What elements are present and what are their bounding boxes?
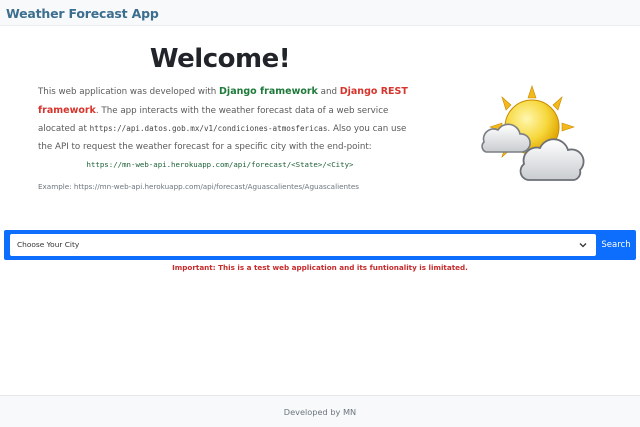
search-button[interactable]: Search [596, 234, 636, 256]
city-select-value: Choose Your City [17, 240, 80, 249]
sun-behind-clouds-icon [481, 85, 585, 181]
footer-text: Developed by MN [283, 407, 357, 417]
navbar-brand[interactable]: Weather Forecast App [6, 6, 159, 21]
navbar: Weather Forecast App [0, 0, 640, 26]
search-form: Choose Your City Search [4, 230, 636, 260]
intro-text-2: and [317, 87, 340, 97]
page-title: Welcome! [149, 44, 291, 74]
footer: Developed by MN [0, 395, 640, 427]
api-example: Example: https://mn-web-api.herokuapp.co… [38, 182, 360, 191]
django-framework-label: Django framework [219, 86, 318, 97]
api-endpoint: https://mn-web-api.herokuapp.com/api/for… [86, 160, 354, 169]
intro-text-1: This web application was developed with [38, 87, 220, 97]
service-url: https://api.datos.gob.mx/v1/condiciones-… [89, 124, 328, 133]
chevron-down-icon [579, 243, 587, 248]
intro-paragraph: This web application was developed with … [38, 83, 410, 156]
test-notice: Important: This is a test web applicatio… [172, 263, 468, 272]
city-select[interactable]: Choose Your City [10, 234, 596, 256]
